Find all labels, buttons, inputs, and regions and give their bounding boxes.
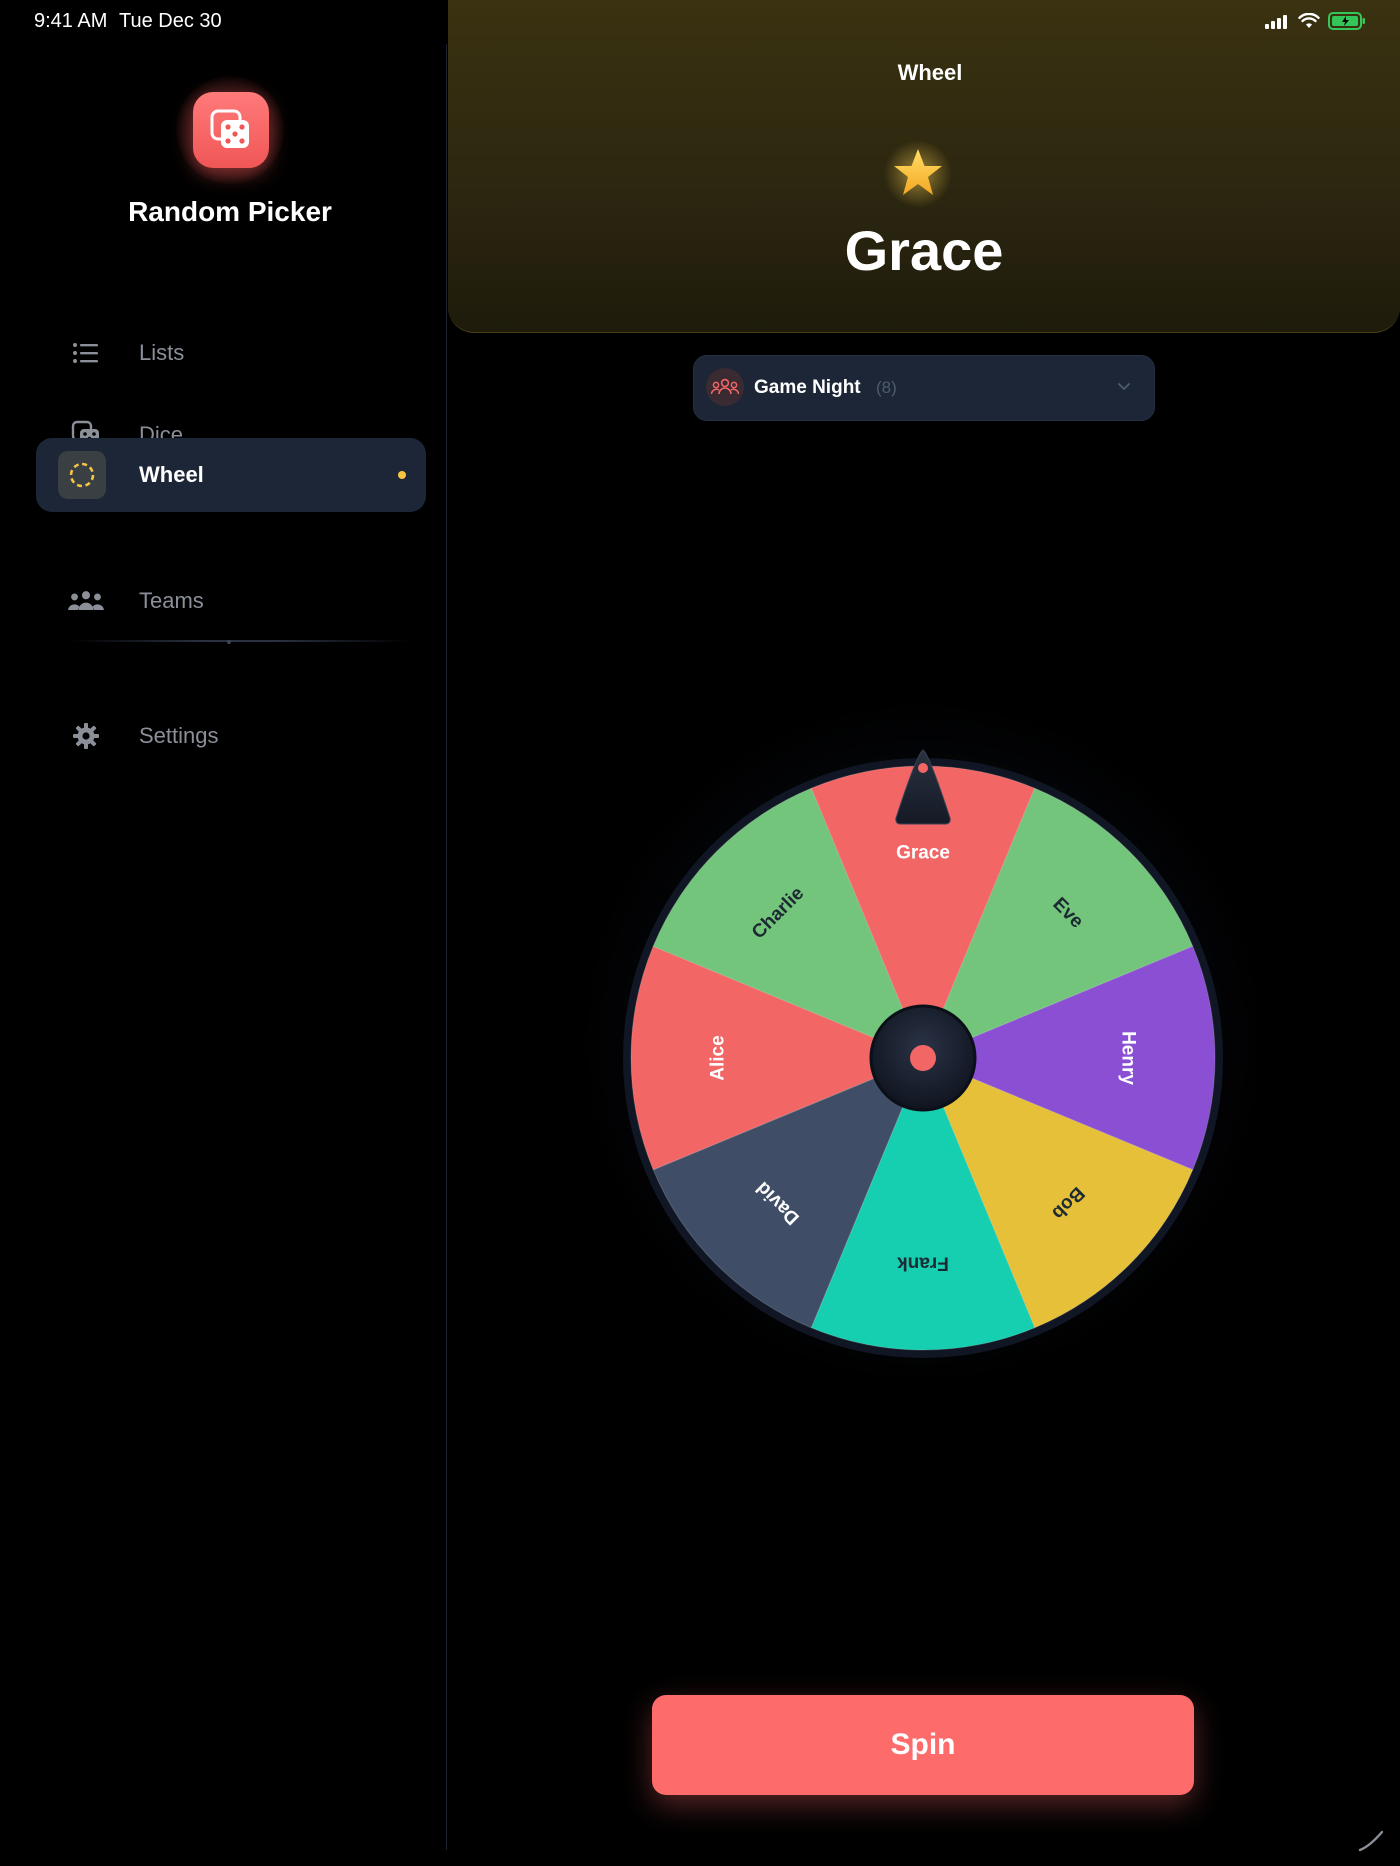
sidebar-item-lists[interactable]: Lists [36, 316, 426, 390]
sidebar-item-label: Lists [139, 340, 185, 365]
list-icon [68, 335, 104, 371]
app-logo-icon [193, 92, 269, 168]
status-bar: 9:41 AM Tue Dec 30 [0, 0, 1400, 44]
status-date: Tue Dec 30 [119, 10, 222, 32]
sidebar-item-label: Settings [139, 723, 219, 748]
group-icon [706, 368, 744, 406]
wheel-segment-label: Alice [708, 1035, 729, 1080]
app-title: Random Picker [128, 196, 332, 227]
people-icon [68, 583, 104, 619]
selected-list-count: (8) [876, 378, 897, 397]
sidebar-item-teams[interactable]: Teams [36, 564, 426, 638]
battery-icon [1328, 12, 1365, 30]
chevron-down-icon [1118, 383, 1130, 390]
active-indicator-dot [398, 471, 406, 479]
status-time: 9:41 AM [34, 10, 108, 32]
wheel-segment-label: Frank [897, 1252, 949, 1273]
list-selector-dropdown[interactable]: Game Night (8) [693, 355, 1155, 421]
sidebar-item-wheel[interactable]: Wheel [36, 438, 426, 512]
sidebar-item-settings[interactable]: Settings [36, 699, 426, 773]
wheel-segment-label: Henry [1117, 1031, 1138, 1085]
spin-button[interactable]: Spin [652, 1695, 1194, 1795]
sidebar: Random Picker Lists Dice Wheel Teams Set… [12, 44, 447, 1850]
page-title: Wheel [897, 60, 963, 85]
spin-wheel[interactable]: GraceEveHenryBobFrankDavidAliceCharlie [623, 744, 1223, 1364]
sidebar-item-label: Wheel [139, 462, 204, 487]
status-icons [1264, 12, 1366, 30]
gear-icon [68, 718, 104, 754]
signal-icon [1265, 15, 1287, 29]
selected-list-name: Game Night [754, 377, 861, 398]
sidebar-divider [68, 640, 412, 642]
wifi-icon [1298, 13, 1320, 28]
wheel-icon [58, 451, 106, 499]
resize-handle-icon [1358, 1830, 1384, 1852]
wheel-hub-dot [910, 1045, 936, 1071]
star-icon [882, 138, 954, 210]
result-banner: Wheel Grace [448, 0, 1400, 333]
sidebar-item-label: Teams [139, 588, 204, 613]
winner-name: Grace [844, 219, 1004, 282]
divider-dot [227, 640, 231, 644]
wheel-segment-label: Grace [896, 843, 950, 864]
